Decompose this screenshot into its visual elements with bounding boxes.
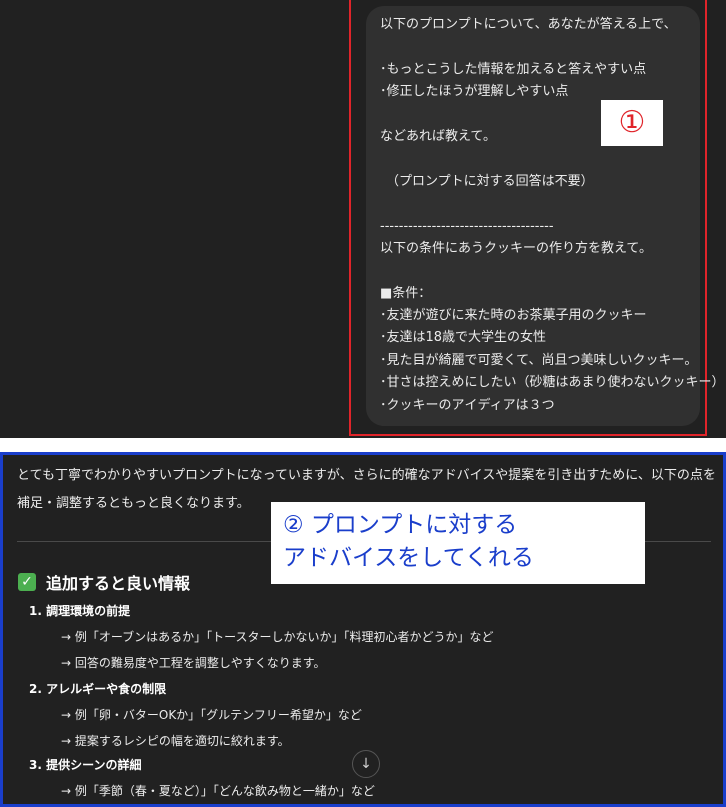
list-item-detail: → 回答の難易度や工程を調整しやすくなります。 [61,656,326,670]
list-item-detail: → 例「オーブンはあるか」「トースターしかないか」「料理初心者かどうか」など [61,630,494,644]
prompt-line: ･見た目が綺麗で可愛くて、尚且つ美味しいクッキー。 [380,352,698,368]
prompt-line: ･友達が遊びに来た時のお茶菓子用のクッキー [380,308,647,324]
annotation-badge-1: ① [601,100,663,146]
section-heading: ✓ 追加すると良い情報 [18,570,190,594]
prompt-line: 以下の条件にあうクッキーの作り方を教えて。 [380,240,652,256]
scroll-down-button[interactable]: ↓ [352,750,380,778]
prompt-line: ■条件： [380,285,432,301]
checkmark-icon: ✓ [18,573,36,591]
prompt-line: ･友達は18歳で大学生の女性 [380,330,547,346]
list-item-heading: 1. 調理環境の前提 [29,604,131,618]
section-heading-text: 追加すると良い情報 [46,574,191,593]
list-item-heading: 3. 提供シーンの詳細 [29,758,142,772]
prompt-line [380,36,686,58]
annotation-badge-2-line: アドバイスをしてくれる [283,545,534,571]
prompt-line: 以下のプロンプトについて、あなたが答える上で、 [380,17,677,32]
annotation-badge-2: ② プロンプトに対する アドバイスをしてくれる [271,502,645,584]
user-message-bubble: 以下のプロンプトについて、あなたが答える上で、 ･もっとこうした情報を加えると答… [366,6,725,426]
prompt-line: ･もっとこうした情報を加えると答えやすい点 [380,61,647,77]
section-divider [0,438,726,452]
annotation-badge-2-line: ② プロンプトに対する [283,512,518,538]
list-item-detail: → 例「卵・バターOKか」「グルテンフリー希望か」など [61,708,362,722]
arrow-down-icon: ↓ [360,756,372,772]
prompt-line [380,260,686,282]
prompt-line [380,148,686,170]
list-item-detail: → 提案するレシピの幅を適切に絞れます。 [61,734,290,748]
prompt-separator: ------------------------------------- [380,218,554,234]
prompt-line: ･甘さは控えめにしたい（砂糖はあまり使わないクッキー） [380,375,725,391]
list-item-detail: → 例「季節（春・夏など）」「どんな飲み物と一緒か」など [61,784,375,798]
prompt-line: ･クッキーのアイディアは３つ [380,397,555,413]
prompt-line: （プロンプトに対する回答は不要） [386,173,594,189]
list-item-heading: 2. アレルギーや食の制限 [29,682,167,696]
prompt-line [380,193,686,215]
